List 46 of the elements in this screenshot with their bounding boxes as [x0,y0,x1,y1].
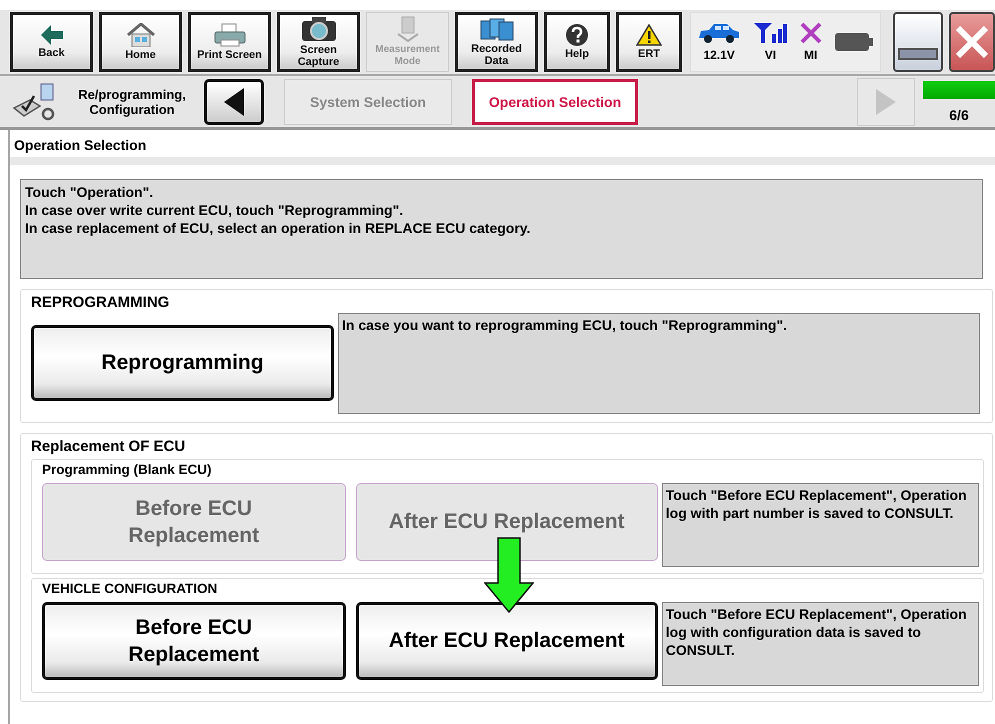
instruction-text: In case over write current ECU, touch "Reprogramming". [25,201,404,219]
warning-icon [636,24,662,46]
house-icon [126,23,156,47]
previous-button[interactable] [204,78,264,124]
printer-icon [212,23,246,47]
cross-icon [800,22,822,44]
section-title: REPROGRAMMING [31,294,170,311]
down-arrow-icon [484,537,534,613]
back-arrow-icon [40,25,62,45]
section-title: Replacement OF ECU [31,438,186,455]
breadcrumb-title: Re/programming, Configuration [77,86,187,116]
group-title: Programming (Blank ECU) [42,462,213,477]
description-panel: In case you want to reprogramming ECU, touch "Reprogramming". [338,313,980,414]
group-title: VEHICLE CONFIGURATION [42,581,218,596]
folders-icon [478,17,514,41]
toolbar-button[interactable]: Screen Capture [277,12,360,72]
breadcrumb-step[interactable]: Operation Selection [472,78,638,124]
instruction-text: In case replacement of ECU, select an operation in REPLACE ECU category. [25,219,532,237]
car-icon [697,22,742,44]
page-title: Operation Selection [10,130,995,165]
toolbar-button[interactable]: ERT [616,12,682,72]
operation-button[interactable]: After ECU Replacement [356,602,658,680]
toolbar-button[interactable]: Recorded Data [455,12,538,72]
description-panel: Touch "Before ECU Replacement", Operation log with configuration data is saved to CONSULT. [662,602,979,686]
progress-label: 6/6 [949,107,969,123]
progress-bar [923,81,995,99]
status-label: VI [764,48,776,62]
toolbar-button[interactable]: Print Screen [188,12,271,72]
signal-icon [753,22,788,44]
meter-icon [396,16,420,42]
left-triangle-icon [222,86,246,116]
right-triangle-icon [875,88,897,116]
operation-button[interactable]: Reprogramming [31,325,334,401]
close-button[interactable] [948,12,995,72]
help-icon [566,24,588,46]
toolbar-button[interactable]: Back [10,12,93,72]
camera-icon [300,16,336,42]
minimize-button[interactable] [893,12,943,72]
toolbar-button[interactable]: Home [99,12,182,72]
toolbar-button[interactable]: Help [544,12,610,72]
battery-icon [834,31,874,53]
instruction-text: Touch "Operation". [25,183,154,201]
description-panel: Touch "Before ECU Replacement", Operation log with part number is saved to CONSULT. [662,483,979,567]
status-label: MI [804,48,818,62]
status-label: 12.1V [703,48,735,62]
operation-button[interactable]: Before ECU Replacement [42,602,346,680]
